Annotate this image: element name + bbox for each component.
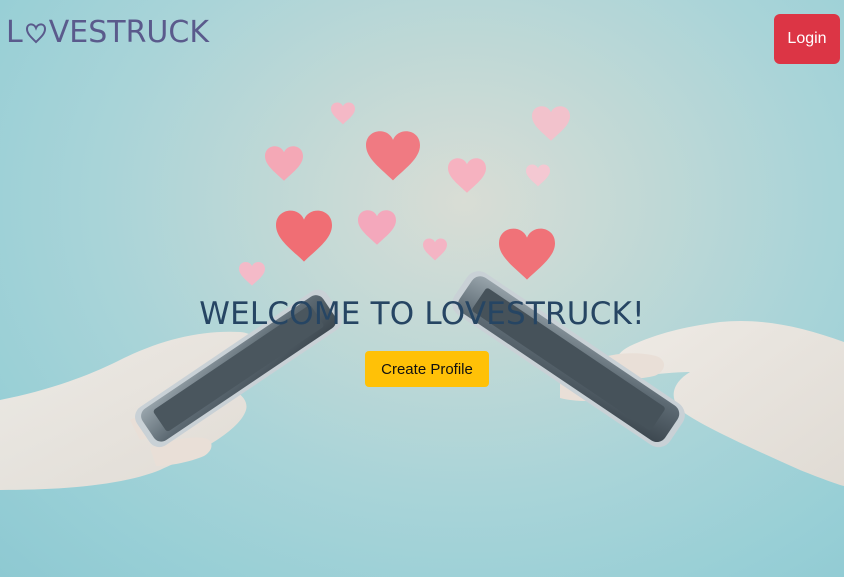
heart-icon bbox=[331, 102, 355, 125]
logo-text-suffix: VESTRUCK bbox=[48, 14, 209, 50]
heart-icon bbox=[423, 238, 447, 261]
heart-icon bbox=[265, 146, 303, 181]
heart-icon bbox=[526, 164, 550, 187]
heart-icon bbox=[239, 261, 265, 286]
heart-icon bbox=[366, 131, 420, 181]
logo-text-prefix: L bbox=[6, 14, 23, 50]
heart-icon bbox=[358, 210, 396, 245]
heart-icon bbox=[448, 158, 486, 193]
heart-icon bbox=[276, 210, 332, 262]
floating-hearts bbox=[239, 102, 570, 286]
heart-outline-icon bbox=[25, 23, 46, 44]
brand-logo[interactable]: L VESTRUCK bbox=[6, 12, 209, 52]
create-profile-button[interactable]: Create Profile bbox=[365, 351, 489, 387]
hero-title: WELCOME TO LOVESTRUCK! bbox=[199, 296, 645, 332]
hero-background-illustration bbox=[0, 102, 844, 490]
heart-icon bbox=[499, 228, 555, 280]
login-button[interactable]: Login bbox=[774, 14, 840, 64]
heart-icon bbox=[532, 106, 570, 141]
